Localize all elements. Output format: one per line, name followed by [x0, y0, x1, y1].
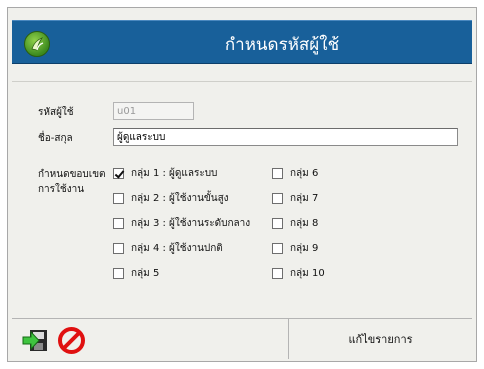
group-6-option[interactable]: กลุ่ม 6 — [272, 166, 318, 181]
user-id-field[interactable] — [113, 102, 194, 120]
group-1-label: กลุ่ม 1 : ผู้ดูแลระบบ — [131, 168, 218, 179]
group-9-label: กลุ่ม 9 — [290, 243, 319, 254]
fullname-field[interactable] — [113, 128, 458, 146]
mode-status: แก้ไขรายการ — [288, 319, 472, 359]
fullname-label: ชื่อ-สกุล — [38, 133, 73, 144]
group-6-checkbox[interactable] — [272, 168, 283, 179]
group-4-option[interactable]: กลุ่ม 4 : ผู้ใช้งานปกติ — [113, 241, 223, 256]
group-2-option[interactable]: กลุ่ม 2 : ผู้ใช้งานขั้นสูง — [113, 191, 229, 206]
group-5-checkbox[interactable] — [113, 268, 124, 279]
group-7-checkbox[interactable] — [272, 193, 283, 204]
group-10-checkbox[interactable] — [272, 268, 283, 279]
group-10-label: กลุ่ม 10 — [290, 268, 325, 279]
group-6-label: กลุ่ม 6 — [290, 168, 319, 179]
group-8-option[interactable]: กลุ่ม 8 — [272, 216, 318, 231]
group-3-label: กลุ่ม 3 : ผู้ใช้งานระดับกลาง — [131, 218, 251, 229]
group-7-option[interactable]: กลุ่ม 7 — [272, 191, 318, 206]
scope-label-line2: การใช้งาน — [38, 184, 85, 195]
group-1-option[interactable]: กลุ่ม 1 : ผู้ดูแลระบบ — [113, 166, 217, 181]
form-panel: รหัสผู้ใช้ ชื่อ-สกุล กำหนดขอบเขต การใช้ง… — [12, 81, 472, 303]
button-area — [12, 319, 102, 359]
group-9-option[interactable]: กลุ่ม 9 — [272, 241, 318, 256]
cancel-icon[interactable] — [58, 327, 85, 354]
group-9-checkbox[interactable] — [272, 243, 283, 254]
title-bar: กำหนดรหัสผู้ใช้ — [12, 20, 472, 64]
app-logo-icon — [24, 31, 50, 57]
group-8-checkbox[interactable] — [272, 218, 283, 229]
user-id-label: รหัสผู้ใช้ — [38, 107, 74, 118]
page-title: กำหนดรหัสผู้ใช้ — [224, 35, 340, 55]
group-5-label: กลุ่ม 5 — [131, 268, 160, 279]
group-7-label: กลุ่ม 7 — [290, 193, 319, 204]
group-1-checkbox[interactable] — [113, 168, 124, 179]
group-4-label: กลุ่ม 4 : ผู้ใช้งานปกติ — [131, 243, 223, 254]
group-2-label: กลุ่ม 2 : ผู้ใช้งานขั้นสูง — [131, 193, 229, 204]
group-3-checkbox[interactable] — [113, 218, 124, 229]
group-10-option[interactable]: กลุ่ม 10 — [272, 266, 325, 281]
scope-label-line1: กำหนดขอบเขต — [38, 169, 106, 180]
group-4-checkbox[interactable] — [113, 243, 124, 254]
save-exit-icon[interactable] — [22, 327, 49, 354]
bottom-toolbar: แก้ไขรายการ — [12, 318, 472, 359]
group-2-checkbox[interactable] — [113, 193, 124, 204]
group-5-option[interactable]: กลุ่ม 5 — [113, 266, 159, 281]
group-3-option[interactable]: กลุ่ม 3 : ผู้ใช้งานระดับกลาง — [113, 216, 250, 231]
group-8-label: กลุ่ม 8 — [290, 218, 319, 229]
user-code-dialog: กำหนดรหัสผู้ใช้ รหัสผู้ใช้ ชื่อ-สกุล กำห… — [7, 7, 477, 362]
